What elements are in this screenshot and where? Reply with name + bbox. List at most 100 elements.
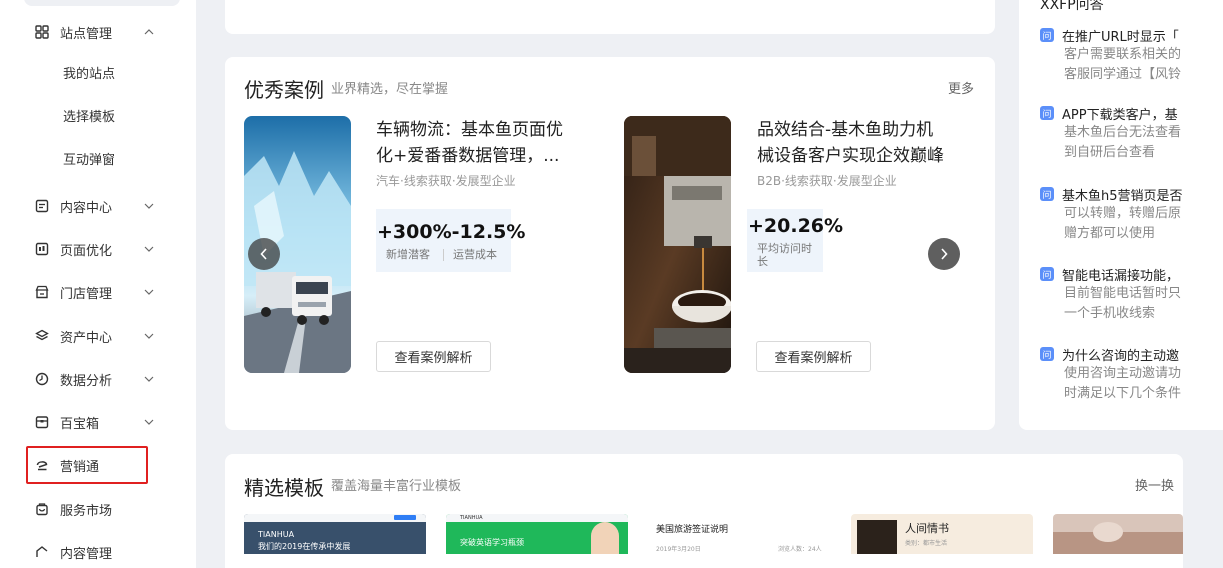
cases-subtitle: 业界精选，尽在掌握 (331, 82, 449, 97)
sidebar-sub-my-sites[interactable]: 我的站点 (63, 65, 115, 85)
sidebar-sub-choose-template[interactable]: 选择模板 (63, 108, 115, 128)
thumb-headline: 美国旅游签证说明 (656, 525, 729, 535)
sidebar-top-item[interactable] (24, 0, 180, 6)
chevron-down-icon (142, 285, 156, 299)
sidebar-item-asset-center[interactable]: 资产中心 (26, 318, 176, 354)
thumb-brand: TIANHUA (460, 515, 483, 521)
thumb-meta: 2019年3月20日 (656, 546, 701, 553)
thumb-nav-button (394, 515, 416, 520)
question-badge-icon: 问 (1040, 28, 1054, 42)
sidebar-item-label: 服务市场 (60, 503, 113, 519)
stat-divider (443, 249, 444, 261)
carousel-prev-button[interactable] (248, 238, 280, 270)
templates-subtitle: 覆盖海量丰富行业模板 (331, 479, 462, 494)
view-case-analysis-button[interactable]: 查看案例解析 (376, 341, 491, 372)
case-stat-value-2: +20.26% (748, 215, 844, 237)
thumb-book-cover (857, 520, 897, 554)
sidebar-item-label: 百宝箱 (60, 416, 100, 432)
faq-answer: 基木鱼后台无法查看 (1064, 125, 1182, 140)
faq-answer: 目前智能电话暂时只 (1064, 286, 1182, 301)
faq-item[interactable]: 问 APP下载类客户，基 基木鱼后台无法查看 到自研后台查看 (1040, 103, 1223, 163)
case-title-line: 车辆物流：基本鱼页面优 (376, 120, 563, 140)
case-image-coffee-machine[interactable] (624, 116, 731, 373)
sidebar-item-label: 数据分析 (60, 373, 113, 389)
faq-question: 基木鱼h5营销页是否 (1062, 188, 1183, 204)
thumb-headline: 人间情书 (905, 522, 949, 535)
sidebar-item-label: 资产中心 (60, 330, 113, 346)
faq-item[interactable]: 问为什么咨询的主动邀 使用咨询主动邀请功 时满足以下几个条件 (1040, 344, 1223, 404)
chevron-down-icon (142, 372, 156, 386)
grid-icon (34, 24, 50, 40)
case-tags-2: B2B·线索获取·发展型企业 (757, 174, 897, 188)
case-title-line: 械设备客户实现企效巅峰 (757, 146, 944, 166)
thumb-meta: 类别：都市生活 (905, 540, 948, 547)
toolbox-icon (34, 414, 50, 430)
sidebar-item-content-management[interactable]: 内容管理 (26, 534, 176, 568)
sidebar-sub-interactive-popup[interactable]: 互动弹窗 (63, 151, 115, 171)
cases-more-link[interactable]: 更多 (948, 78, 974, 97)
faq-answer: 赠方都可以使用 (1064, 226, 1156, 241)
faq-answer: 一个手机收线索 (1064, 306, 1156, 321)
case-tags-1: 汽车·线索获取·发展型企业 (376, 174, 516, 188)
content-icon (34, 198, 50, 214)
view-case-analysis-button[interactable]: 查看案例解析 (756, 341, 871, 372)
sidebar-item-label: 内容中心 (60, 200, 113, 216)
thumb-meta: 浏览人数：24人 (778, 546, 822, 553)
template-thumb-2[interactable]: TIANHUA 突破英语学习瓶颈 (446, 514, 628, 554)
faq-item[interactable]: 问智能电话漏接功能， 目前智能电话暂时只 一个手机收线索 (1040, 264, 1223, 324)
cases-title: 优秀案例 (244, 78, 324, 102)
templates-refresh-link[interactable]: 换一换 (1135, 475, 1174, 494)
case-stat-label: 新增潜客 (386, 248, 430, 261)
top-card (225, 0, 995, 34)
templates-title: 精选模板 (244, 476, 324, 500)
faq-answer: 客户需要联系相关的 (1064, 47, 1182, 62)
sidebar-item-label: 内容管理 (60, 546, 113, 562)
template-thumb-1[interactable]: TIANHUA 我们的2019在传承中发展 (244, 514, 426, 554)
faq-question: APP下载类客户，基 (1062, 107, 1178, 123)
chevron-down-icon (142, 199, 156, 213)
thumb-headline: 突破英语学习瓶颈 (460, 538, 524, 547)
faq-answer: 到自研后台查看 (1064, 145, 1156, 160)
faq-question: 智能电话漏接功能， (1062, 268, 1180, 284)
sidebar: 站点管理 我的站点 选择模板 互动弹窗 内容中心 页面优化 门店管理 资产中心 … (0, 0, 196, 568)
sidebar-item-label: 页面优化 (60, 243, 113, 259)
faq-answer: 客服同学通过【风铃 (1064, 67, 1182, 82)
thumb-photo-detail (1093, 522, 1123, 542)
chevron-up-icon (142, 25, 156, 39)
sidebar-item-store-management[interactable]: 门店管理 (26, 274, 176, 310)
carousel-next-button[interactable] (928, 238, 960, 270)
question-badge-icon: 问 (1040, 187, 1054, 201)
question-badge-icon: 问 (1040, 347, 1054, 361)
sidebar-item-content-center[interactable]: 内容中心 (26, 188, 176, 224)
content-manage-icon (34, 544, 50, 560)
sidebar-item-site-management[interactable]: 站点管理 (26, 14, 176, 50)
case-title-line: 化+爱番番数据管理，... (376, 146, 560, 166)
chevron-down-icon (142, 415, 156, 429)
case-title-line: 品效结合-基木鱼助力机 (757, 120, 934, 140)
thumb-headline: 我们的2019在传承中发展 (258, 542, 351, 551)
faq-answer: 时满足以下几个条件 (1064, 386, 1182, 401)
store-icon (34, 284, 50, 300)
template-thumb-3[interactable]: 美国旅游签证说明 2019年3月20日 浏览人数：24人 (648, 514, 830, 554)
sidebar-item-page-optimize[interactable]: 页面优化 (26, 231, 176, 267)
faq-item[interactable]: 问在推广URL时显示「 客户需要联系相关的 客服同学通过【风铃 (1040, 25, 1223, 85)
sidebar-item-service-market[interactable]: 服务市场 (26, 491, 176, 527)
clock-chart-icon (34, 371, 50, 387)
faq-question: 为什么咨询的主动邀 (1062, 348, 1180, 364)
sidebar-item-toolbox[interactable]: 百宝箱 (26, 404, 176, 440)
chevron-right-icon (941, 248, 948, 260)
highlight-box (26, 446, 148, 484)
question-badge-icon: 问 (1040, 267, 1054, 281)
case-title-1[interactable]: 车辆物流：基本鱼页面优 化+爱番番数据管理，... (376, 117, 586, 169)
chevron-down-icon (142, 242, 156, 256)
case-stat-label: 长 (757, 255, 768, 268)
case-title-2[interactable]: 品效结合-基木鱼助力机 械设备客户实现企效巅峰 (757, 117, 967, 169)
thumb-person-photo (591, 522, 619, 554)
sidebar-item-label: 门店管理 (60, 286, 113, 302)
layers-icon (34, 328, 50, 344)
faq-answer: 可以转赠，转赠后原 (1064, 206, 1182, 221)
faq-item[interactable]: 问基木鱼h5营销页是否 可以转赠，转赠后原 赠方都可以使用 (1040, 184, 1223, 244)
template-thumb-4[interactable]: 人间情书 类别：都市生活 (851, 514, 1033, 554)
sidebar-item-data-analysis[interactable]: 数据分析 (26, 361, 176, 397)
template-thumb-5[interactable] (1053, 514, 1183, 554)
